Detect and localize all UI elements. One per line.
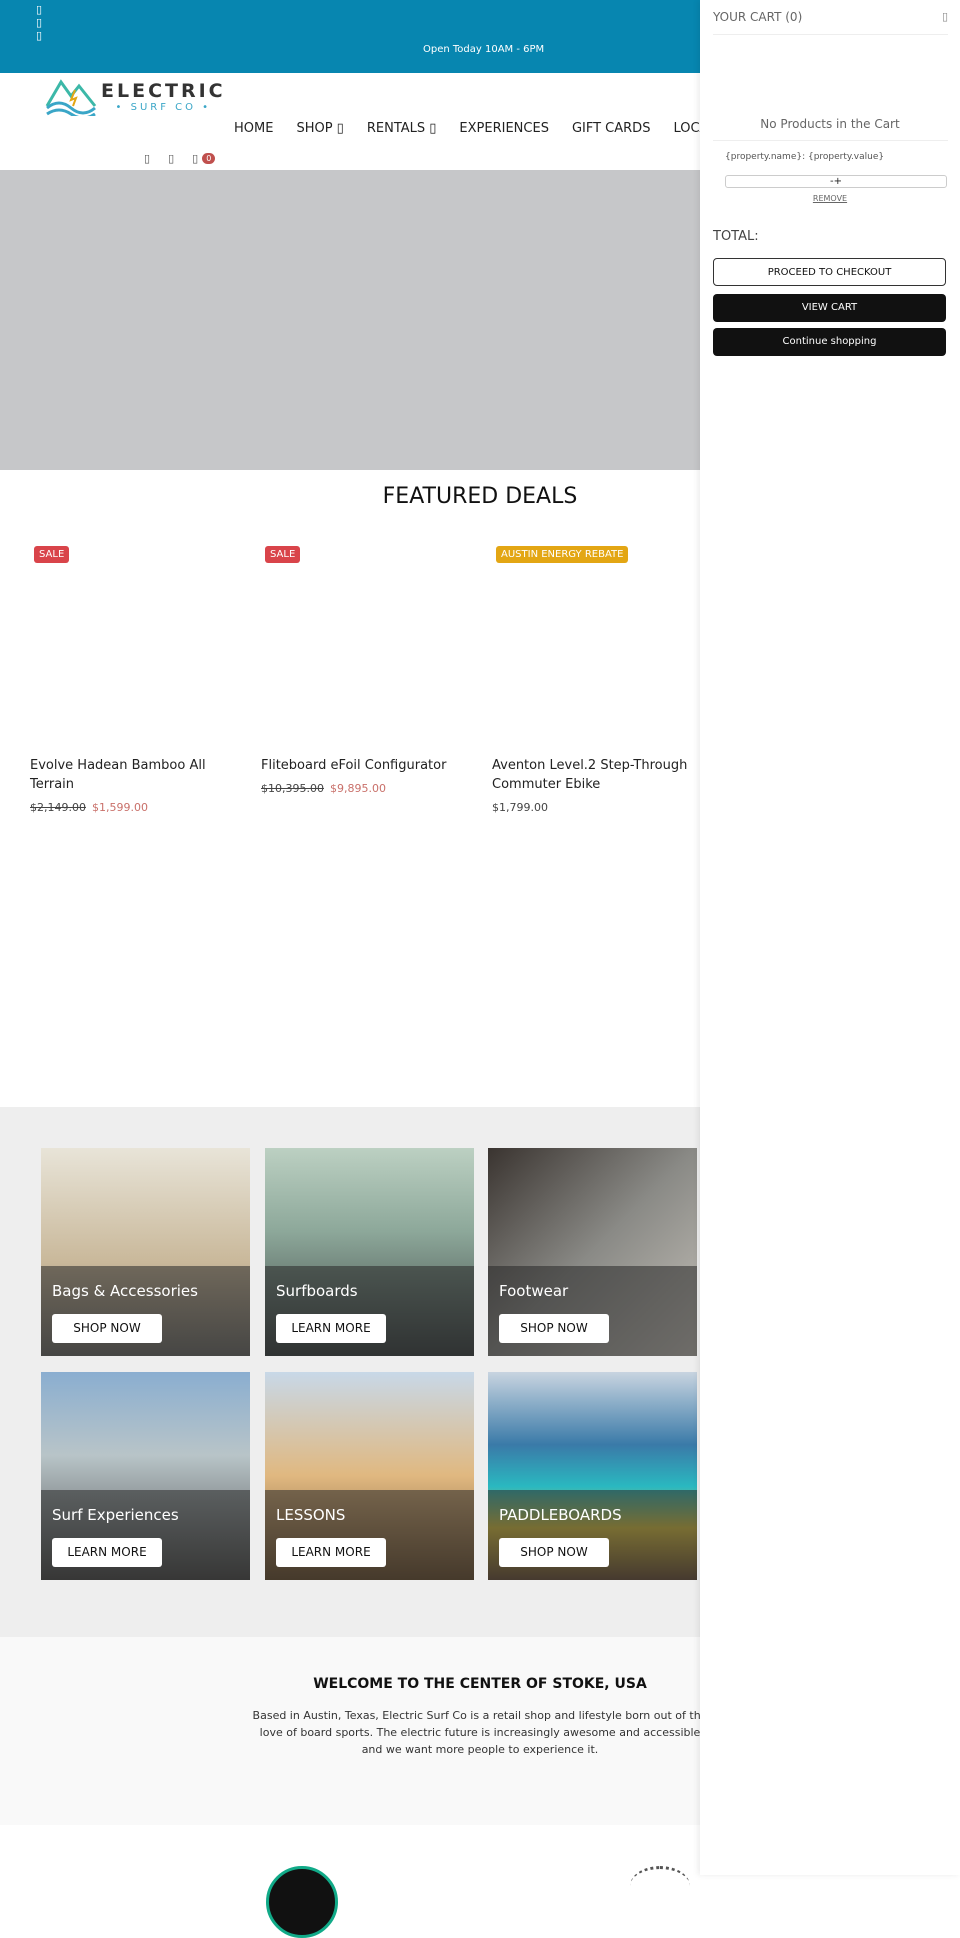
learn-more-button[interactable]: LEARN MORE — [276, 1314, 386, 1343]
product-card[interactable]: SALE Fliteboard eFoil Configurator $10,3… — [261, 542, 471, 795]
category-tile-lessons[interactable]: LESSONS LEARN MORE — [265, 1372, 474, 1580]
cart-count-badge: 0 — [202, 153, 216, 164]
sale-badge: SALE — [265, 546, 301, 563]
welcome-text: Based in Austin, Texas, Electric Surf Co… — [252, 1709, 708, 1756]
logo-subtext: • SURF CO • — [115, 101, 212, 113]
category-label: Bags & Accessories — [52, 1282, 198, 1300]
logo-mountain-wave-icon — [45, 79, 97, 116]
logo[interactable]: ELECTRIC • SURF CO • — [45, 76, 226, 116]
nav-shop[interactable]: SHOP ▯ — [296, 121, 343, 136]
category-label: LESSONS — [276, 1506, 346, 1524]
sale-price: $9,895.00 — [329, 782, 386, 795]
top-bar: ▯ ▯ ▯ Open Today 10AM - 6PM — [0, 0, 700, 73]
continue-shopping-button[interactable]: Continue shopping — [713, 328, 946, 356]
category-tile-bags[interactable]: Bags & Accessories SHOP NOW — [41, 1148, 250, 1356]
facebook-icon[interactable]: ▯ — [36, 3, 42, 16]
youtube-icon[interactable]: ▯ — [36, 29, 42, 42]
nav-gift-cards[interactable]: GIFT CARDS — [572, 121, 651, 136]
cart-icon[interactable]: ▯ — [192, 152, 198, 165]
sale-price: $1,599.00 — [91, 801, 148, 814]
original-price: $10,395.00 — [261, 782, 324, 795]
category-tile-surf-experiences[interactable]: Surf Experiences LEARN MORE — [41, 1372, 250, 1580]
hero-slider[interactable] — [0, 170, 700, 504]
cart-title: YOUR CART (0) — [713, 10, 803, 24]
category-label: Footwear — [499, 1282, 569, 1300]
quantity-stepper[interactable]: -+ — [725, 175, 947, 188]
social-links: ▯ ▯ ▯ — [36, 3, 42, 42]
product-card[interactable]: AUSTIN ENERGY REBATE Aventon Level.2 Ste… — [492, 542, 702, 814]
product-card[interactable]: SALE Evolve Hadean Bamboo All Terrain $2… — [30, 542, 240, 814]
category-tile-surfboards[interactable]: Surfboards LEARN MORE — [265, 1148, 474, 1356]
rebate-badge: AUSTIN ENERGY REBATE — [496, 546, 629, 563]
brand-logo[interactable] — [630, 1866, 690, 1906]
learn-more-button[interactable]: LEARN MORE — [52, 1538, 162, 1567]
category-tile-paddleboards[interactable]: PADDLEBOARDS SHOP NOW — [488, 1372, 697, 1580]
nav-rentals[interactable]: RENTALS ▯ — [367, 121, 437, 136]
sale-badge: SALE — [34, 546, 70, 563]
store-hours: Open Today 10AM - 6PM — [423, 44, 545, 55]
close-icon[interactable]: ▯ — [942, 10, 948, 23]
account-icon[interactable]: ▯ — [168, 152, 174, 165]
shop-now-button[interactable]: SHOP NOW — [499, 1314, 609, 1343]
cart-drawer: YOUR CART (0) ▯ No Products in the Cart … — [700, 0, 960, 1875]
remove-link[interactable]: REMOVE — [700, 194, 960, 203]
category-tile-footwear[interactable]: Footwear SHOP NOW — [488, 1148, 697, 1356]
category-label: Surfboards — [276, 1282, 358, 1300]
main-nav: HOME SHOP ▯ RENTALS ▯ EXPERIENCES GIFT C… — [234, 121, 747, 136]
price: $1,799.00 — [492, 801, 548, 814]
shop-now-button[interactable]: SHOP NOW — [499, 1538, 609, 1567]
category-label: Surf Experiences — [52, 1506, 179, 1524]
nav-experiences[interactable]: EXPERIENCES — [459, 121, 549, 136]
product-name[interactable]: Fliteboard eFoil Configurator — [261, 756, 446, 775]
category-label: PADDLEBOARDS — [499, 1506, 622, 1524]
cart-total: TOTAL: — [713, 229, 759, 244]
category-grid: Bags & Accessories SHOP NOW Surfboards LEA… — [0, 1107, 700, 1637]
search-icon[interactable]: ▯ — [144, 152, 150, 165]
instagram-icon[interactable]: ▯ — [36, 16, 42, 29]
product-name[interactable]: Evolve Hadean Bamboo All Terrain — [30, 756, 240, 794]
learn-more-button[interactable]: LEARN MORE — [276, 1538, 386, 1567]
shop-now-button[interactable]: SHOP NOW — [52, 1314, 162, 1343]
view-cart-button[interactable]: VIEW CART — [713, 294, 946, 322]
product-name[interactable]: Aventon Level.2 Step-Through Commuter Eb… — [492, 756, 702, 794]
brand-logo[interactable] — [266, 1866, 338, 1938]
header-icons: ▯ ▯ ▯ 0 — [144, 152, 216, 165]
property-line: {property.name}: {property.value} — [725, 152, 885, 162]
checkout-button[interactable]: PROCEED TO CHECKOUT — [713, 258, 946, 286]
logo-text: ELECTRIC — [101, 79, 226, 102]
original-price: $2,149.00 — [30, 801, 86, 814]
nav-home[interactable]: HOME — [234, 121, 273, 136]
empty-cart-message: No Products in the Cart — [760, 117, 900, 131]
